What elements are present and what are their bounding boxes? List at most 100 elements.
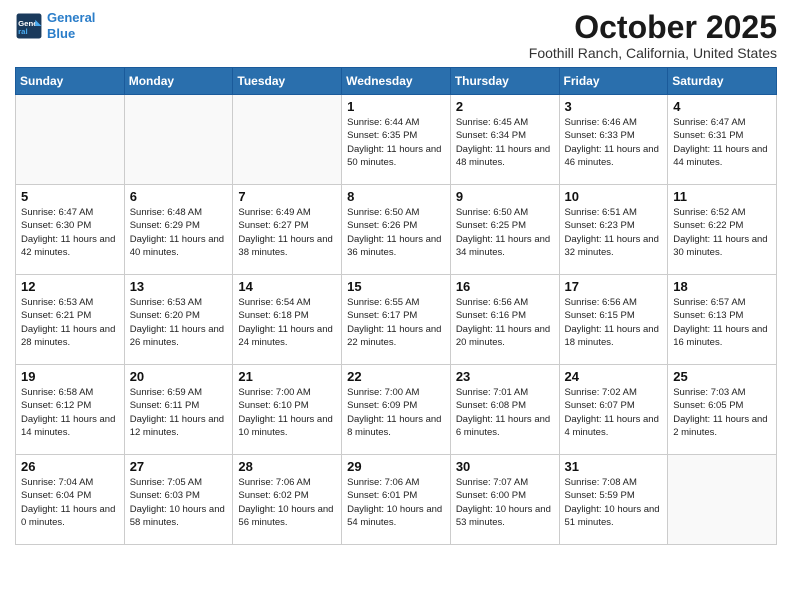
weekday-header-tuesday: Tuesday [233,68,342,95]
calendar-cell: 6 Sunrise: 6:48 AMSunset: 6:29 PMDaylight… [124,185,233,275]
logo-text: General Blue [47,10,95,41]
day-number: 27 [130,459,228,474]
day-number: 3 [565,99,663,114]
day-number: 30 [456,459,554,474]
calendar-cell: 13Sunrise: 6:53 AMSunset: 6:20 PMDayligh… [124,275,233,365]
calendar-cell [124,95,233,185]
calendar-cell: 11Sunrise: 6:52 AMSunset: 6:22 PMDayligh… [668,185,777,275]
calendar-cell [16,95,125,185]
cell-sun-info: Sunrise: 6:48 AMSunset: 6:29 PMDaylight:… [130,206,228,259]
calendar-cell [668,455,777,545]
day-number: 25 [673,369,771,384]
cell-sun-info: Sunrise: 7:05 AMSunset: 6:03 PMDaylight:… [130,476,228,529]
day-number: 1 [347,99,445,114]
day-number: 31 [565,459,663,474]
calendar-cell: 20 Sunrise: 6:59 AMSunset: 6:11 PMDayligh… [124,365,233,455]
calendar-cell: 18 Sunrise: 6:57 AMSunset: 6:13 PMDayligh… [668,275,777,365]
page-container: Gene ral General Blue October 2025 Footh… [0,0,792,555]
weekday-header-wednesday: Wednesday [342,68,451,95]
calendar-cell: 1 Sunrise: 6:44 AMSunset: 6:35 PMDaylight… [342,95,451,185]
day-number: 15 [347,279,445,294]
calendar-week-3: 12Sunrise: 6:53 AMSunset: 6:21 PMDayligh… [16,275,777,365]
day-number: 9 [456,189,554,204]
calendar-cell: 16 Sunrise: 6:56 AMSunset: 6:16 PMDayligh… [450,275,559,365]
logo-line2: Blue [47,26,75,41]
cell-sun-info: Sunrise: 6:47 AMSunset: 6:30 PMDaylight:… [21,206,119,259]
day-number: 29 [347,459,445,474]
cell-sun-info: Sunrise: 7:01 AMSunset: 6:08 PMDaylight:… [456,386,554,439]
calendar-cell: 14 Sunrise: 6:54 AMSunset: 6:18 PMDayligh… [233,275,342,365]
calendar-cell: 7 Sunrise: 6:49 AMSunset: 6:27 PMDaylight… [233,185,342,275]
cell-sun-info: Sunrise: 6:53 AMSunset: 6:20 PMDaylight:… [130,296,228,349]
day-number: 19 [21,369,119,384]
cell-sun-info: Sunrise: 6:46 AMSunset: 6:33 PMDaylight:… [565,116,663,169]
day-number: 16 [456,279,554,294]
day-number: 17 [565,279,663,294]
calendar-cell: 22Sunrise: 7:00 AMSunset: 6:09 PMDayligh… [342,365,451,455]
cell-sun-info: Sunrise: 7:00 AMSunset: 6:10 PMDaylight:… [238,386,336,439]
calendar-cell: 5Sunrise: 6:47 AMSunset: 6:30 PMDaylight… [16,185,125,275]
day-number: 14 [238,279,336,294]
day-number: 28 [238,459,336,474]
header: Gene ral General Blue October 2025 Footh… [15,10,777,61]
calendar-week-2: 5Sunrise: 6:47 AMSunset: 6:30 PMDaylight… [16,185,777,275]
weekday-header-thursday: Thursday [450,68,559,95]
cell-sun-info: Sunrise: 7:06 AMSunset: 6:02 PMDaylight:… [238,476,336,529]
cell-sun-info: Sunrise: 7:07 AMSunset: 6:00 PMDaylight:… [456,476,554,529]
calendar-cell: 4Sunrise: 6:47 AMSunset: 6:31 PMDaylight… [668,95,777,185]
cell-sun-info: Sunrise: 6:49 AMSunset: 6:27 PMDaylight:… [238,206,336,259]
calendar-cell: 19 Sunrise: 6:58 AMSunset: 6:12 PMDayligh… [16,365,125,455]
cell-sun-info: Sunrise: 6:54 AMSunset: 6:18 PMDaylight:… [238,296,336,349]
day-number: 24 [565,369,663,384]
cell-sun-info: Sunrise: 6:52 AMSunset: 6:22 PMDaylight:… [673,206,771,259]
month-title: October 2025 [529,10,777,45]
cell-sun-info: Sunrise: 6:55 AMSunset: 6:17 PMDaylight:… [347,296,445,349]
day-number: 8 [347,189,445,204]
day-number: 2 [456,99,554,114]
cell-sun-info: Sunrise: 6:50 AMSunset: 6:26 PMDaylight:… [347,206,445,259]
cell-sun-info: Sunrise: 7:06 AMSunset: 6:01 PMDaylight:… [347,476,445,529]
calendar-week-5: 26Sunrise: 7:04 AMSunset: 6:04 PMDayligh… [16,455,777,545]
cell-sun-info: Sunrise: 7:03 AMSunset: 6:05 PMDaylight:… [673,386,771,439]
day-number: 6 [130,189,228,204]
cell-sun-info: Sunrise: 7:02 AMSunset: 6:07 PMDaylight:… [565,386,663,439]
calendar-cell: 2 Sunrise: 6:45 AMSunset: 6:34 PMDaylight… [450,95,559,185]
svg-text:ral: ral [18,26,28,35]
day-number: 4 [673,99,771,114]
calendar-cell: 24 Sunrise: 7:02 AMSunset: 6:07 PMDayligh… [559,365,668,455]
calendar-cell: 3 Sunrise: 6:46 AMSunset: 6:33 PMDaylight… [559,95,668,185]
day-number: 20 [130,369,228,384]
cell-sun-info: Sunrise: 6:58 AMSunset: 6:12 PMDaylight:… [21,386,119,439]
cell-sun-info: Sunrise: 7:00 AMSunset: 6:09 PMDaylight:… [347,386,445,439]
weekday-header-sunday: Sunday [16,68,125,95]
location-title: Foothill Ranch, California, United State… [529,45,777,61]
day-number: 18 [673,279,771,294]
day-number: 7 [238,189,336,204]
cell-sun-info: Sunrise: 6:59 AMSunset: 6:11 PMDaylight:… [130,386,228,439]
logo-line1: General [47,10,95,25]
calendar-cell: 10 Sunrise: 6:51 AMSunset: 6:23 PMDayligh… [559,185,668,275]
day-number: 12 [21,279,119,294]
calendar-cell: 17Sunrise: 6:56 AMSunset: 6:15 PMDayligh… [559,275,668,365]
weekday-header-row: SundayMondayTuesdayWednesdayThursdayFrid… [16,68,777,95]
calendar-table: SundayMondayTuesdayWednesdayThursdayFrid… [15,67,777,545]
cell-sun-info: Sunrise: 6:45 AMSunset: 6:34 PMDaylight:… [456,116,554,169]
cell-sun-info: Sunrise: 6:44 AMSunset: 6:35 PMDaylight:… [347,116,445,169]
day-number: 23 [456,369,554,384]
calendar-cell: 31 Sunrise: 7:08 AMSunset: 5:59 PMDayligh… [559,455,668,545]
logo: Gene ral General Blue [15,10,95,41]
cell-sun-info: Sunrise: 6:57 AMSunset: 6:13 PMDaylight:… [673,296,771,349]
title-block: October 2025 Foothill Ranch, California,… [529,10,777,61]
calendar-cell: 15 Sunrise: 6:55 AMSunset: 6:17 PMDayligh… [342,275,451,365]
calendar-cell: 29 Sunrise: 7:06 AMSunset: 6:01 PMDayligh… [342,455,451,545]
calendar-week-4: 19 Sunrise: 6:58 AMSunset: 6:12 PMDayligh… [16,365,777,455]
calendar-cell [233,95,342,185]
calendar-cell: 30 Sunrise: 7:07 AMSunset: 6:00 PMDayligh… [450,455,559,545]
day-number: 10 [565,189,663,204]
cell-sun-info: Sunrise: 6:56 AMSunset: 6:16 PMDaylight:… [456,296,554,349]
calendar-cell: 27 Sunrise: 7:05 AMSunset: 6:03 PMDayligh… [124,455,233,545]
cell-sun-info: Sunrise: 7:08 AMSunset: 5:59 PMDaylight:… [565,476,663,529]
calendar-week-1: 1 Sunrise: 6:44 AMSunset: 6:35 PMDaylight… [16,95,777,185]
cell-sun-info: Sunrise: 6:51 AMSunset: 6:23 PMDaylight:… [565,206,663,259]
calendar-cell: 23 Sunrise: 7:01 AMSunset: 6:08 PMDayligh… [450,365,559,455]
